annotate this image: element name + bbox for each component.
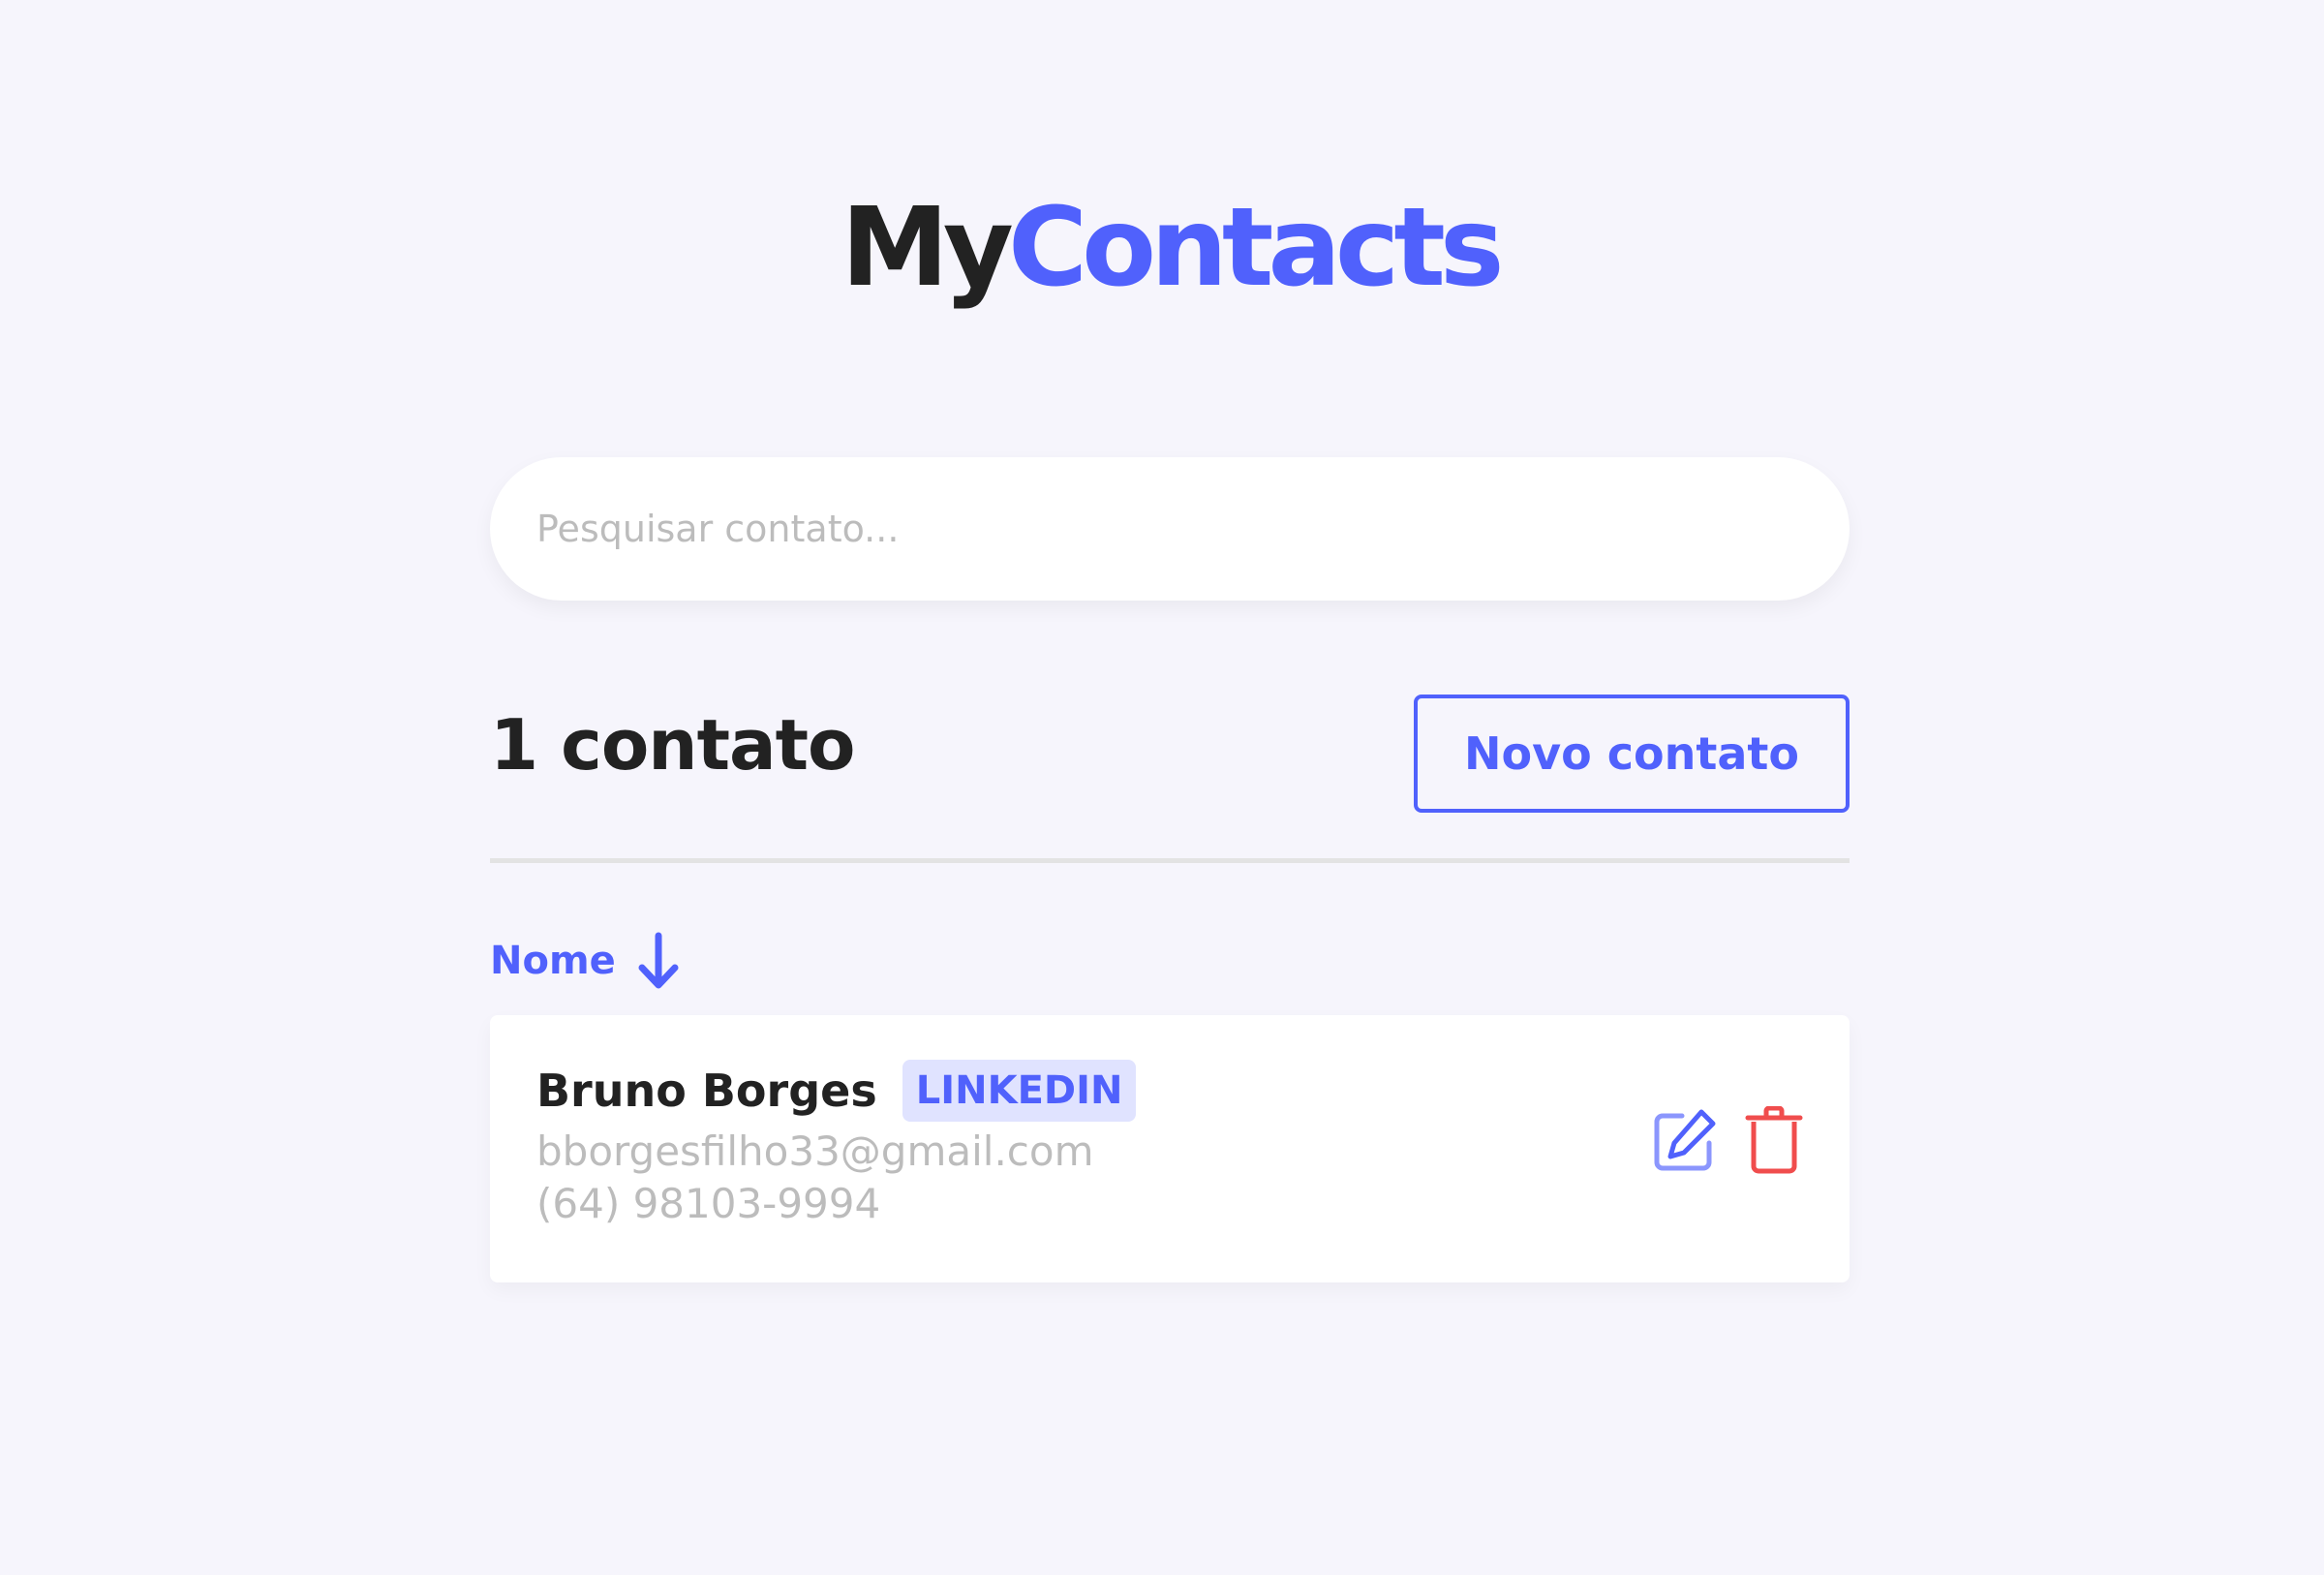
sort-by-name-button[interactable]: Nome (490, 932, 680, 990)
contact-actions (1654, 1105, 1805, 1178)
contact-name-row: Bruno Borges LINKEDIN (536, 1060, 1137, 1122)
trash-icon (1745, 1105, 1803, 1178)
category-badge: LINKEDIN (902, 1060, 1137, 1122)
new-contact-button[interactable]: Novo contato (1414, 695, 1850, 813)
contact-name: Bruno Borges (536, 1065, 877, 1117)
contact-email: bborgesfilho33@gmail.com (536, 1127, 1094, 1175)
edit-icon (1653, 1108, 1717, 1176)
logo: MyContacts (490, 194, 1850, 302)
search-bar (490, 457, 1850, 601)
sort-label: Nome (490, 939, 616, 983)
divider (490, 858, 1850, 863)
logo-part-contacts: Contacts (1007, 185, 1505, 311)
delete-contact-button[interactable] (1743, 1105, 1805, 1178)
logo-part-my: My (841, 185, 1013, 311)
contact-card: Bruno Borges LINKEDIN bborgesfilho33@gma… (490, 1015, 1850, 1282)
contact-info: Bruno Borges LINKEDIN bborgesfilho33@gma… (536, 1060, 1137, 1230)
search-input[interactable] (490, 457, 1850, 601)
contact-phone: (64) 98103-9994 (536, 1180, 881, 1227)
contact-count: 1 contato (490, 704, 855, 786)
arrow-down-icon (637, 932, 680, 990)
edit-contact-button[interactable] (1654, 1108, 1716, 1176)
